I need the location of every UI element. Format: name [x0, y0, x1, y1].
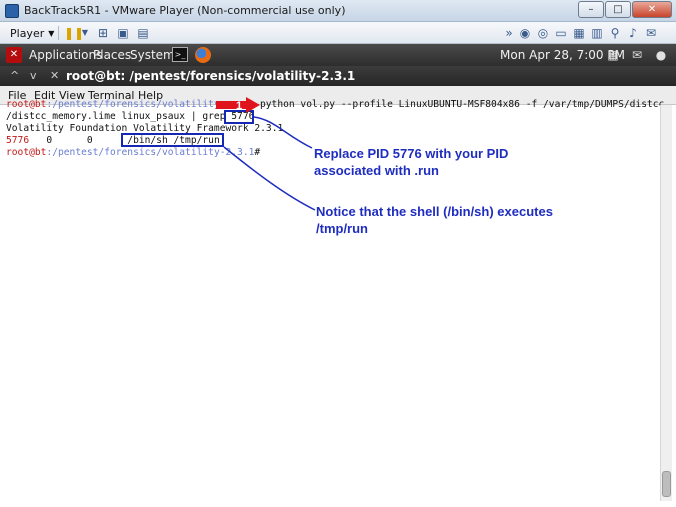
network-adapter-icon[interactable]: ▥: [590, 26, 604, 40]
prompt-path: :/pentest/forensics/volatility-2.3.1: [46, 147, 255, 158]
player-menu-button[interactable]: Player ▼: [6, 25, 58, 41]
chevron-down-icon: ▼: [48, 28, 55, 38]
command-highlight-box: [121, 133, 224, 147]
toolbar-divider: [58, 26, 59, 40]
vmware-toolbar: Player ▼ ❚❚ ▼ ⊞ ▣ ▤ » ◉ ◎ ▭ ▦ ▥ ⚲ ♪ ✉: [0, 22, 676, 44]
double-chevron-right-icon[interactable]: »: [502, 26, 516, 40]
terminal-line-prompt: root@bt:/pentest/forensics/volatility-2.…: [6, 147, 260, 159]
terminal-line-command: root@bt:/pentest/forensics/volatility: [6, 99, 220, 111]
network-devices-icon[interactable]: ⊞: [96, 26, 110, 40]
prompt-user: root@bt: [6, 147, 47, 158]
fullscreen-icon[interactable]: ▣: [116, 26, 130, 40]
annotation-note-shell: Notice that the shell (/bin/sh) executes…: [316, 203, 553, 237]
floppy-icon[interactable]: ▭: [554, 26, 568, 40]
note-pid-line2: associated with .run: [314, 163, 439, 178]
vmware-app-icon: [5, 4, 19, 18]
close-icon[interactable]: ✕: [50, 69, 59, 82]
sound-icon[interactable]: ♪: [626, 26, 640, 40]
result-pid: 5776: [6, 135, 30, 146]
chevron-down-icon[interactable]: ▼: [78, 26, 92, 40]
window-title-bar: BackTrack5R1 - VMware Player (Non-commer…: [0, 0, 676, 22]
chevron-down-icon[interactable]: v: [30, 69, 37, 82]
firefox-icon[interactable]: [195, 47, 211, 63]
backtrack-logo-icon: ✕: [6, 47, 22, 63]
close-button[interactable]: ✕: [632, 1, 672, 18]
scrollbar-thumb[interactable]: [662, 471, 671, 497]
message-icon[interactable]: ✉: [644, 26, 658, 40]
terminal-scrollbar[interactable]: [660, 105, 672, 501]
cd-drive-icon[interactable]: ◎: [536, 26, 550, 40]
note-pid-line1: Replace PID 5776 with your PID: [314, 146, 509, 161]
system-menu[interactable]: System: [130, 48, 175, 62]
network-status-icon[interactable]: ▦: [606, 48, 620, 62]
hard-disk-icon[interactable]: ◉: [518, 26, 532, 40]
prompt-symbol: #: [254, 147, 261, 158]
chevron-up-icon[interactable]: ^: [10, 69, 19, 82]
window-title: BackTrack5R1 - VMware Player (Non-commer…: [24, 4, 346, 17]
mail-icon[interactable]: ✉: [630, 48, 644, 62]
note-shell-line2: /tmp/run: [316, 221, 368, 236]
guest-top-panel: ✕ Applications Places System >_ Mon Apr …: [0, 44, 676, 66]
prompt-path: :/pentest/forensics/volatility: [46, 99, 220, 110]
terminal-launcher-icon[interactable]: >_: [172, 47, 188, 62]
usb-icon[interactable]: ⚲: [608, 26, 622, 40]
terminal-title: root@bt: /pentest/forensics/volatility-2…: [66, 69, 356, 83]
user-icon[interactable]: ●: [654, 48, 668, 62]
command-text: python vol.py --profile LinuxUBUNTU-MSF8…: [260, 99, 665, 110]
window-controls: – □ ✕: [577, 1, 672, 18]
printer-icon[interactable]: ▦: [572, 26, 586, 40]
prompt-user: root@bt: [6, 99, 47, 110]
player-menu-label: Player: [10, 26, 45, 40]
note-shell-line1: Notice that the shell (/bin/sh) executes: [316, 204, 553, 219]
unity-icon[interactable]: ▤: [136, 26, 150, 40]
maximize-button[interactable]: □: [605, 1, 631, 18]
annotation-note-pid: Replace PID 5776 with your PID associate…: [314, 145, 508, 179]
places-menu[interactable]: Places: [93, 48, 131, 62]
step-number: 1: [236, 100, 242, 112]
terminal-title-bar: ^ v ✕ root@bt: /pentest/forensics/volati…: [0, 66, 676, 86]
minimize-button[interactable]: –: [578, 1, 604, 18]
pause-icon[interactable]: ❚❚: [64, 26, 84, 40]
step-arrow: 1: [216, 97, 260, 113]
applications-menu[interactable]: Applications: [29, 48, 102, 62]
